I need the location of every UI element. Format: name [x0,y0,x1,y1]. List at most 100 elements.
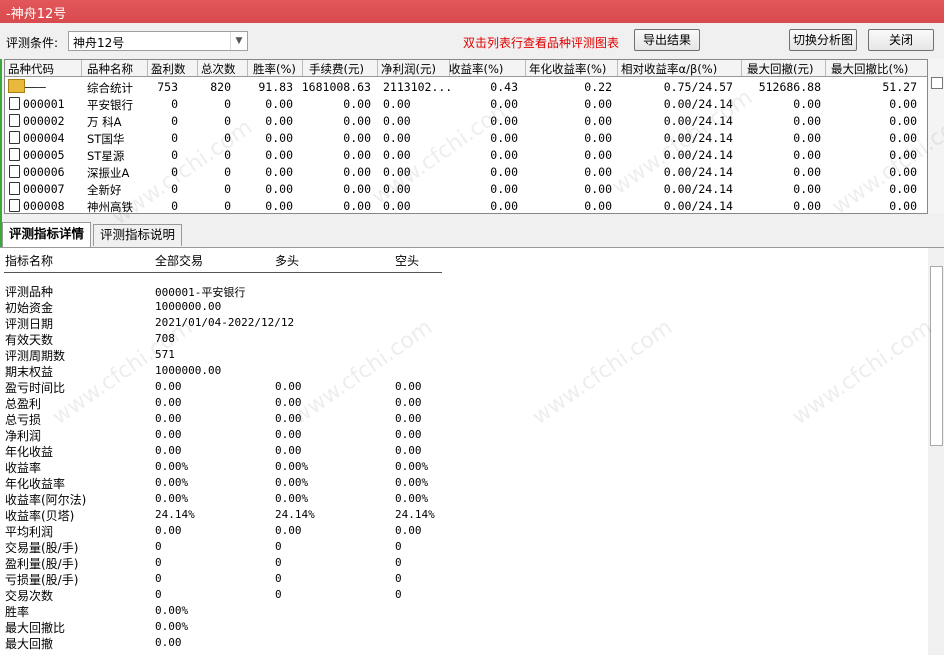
cell-ab: 0.75/24.57 [663,80,733,94]
cell-name: 万 科A [87,115,122,129]
cell-annual: 0.00 [584,131,612,145]
column-header[interactable]: 盈利数 [151,61,186,77]
title-bar: -神舟12号 [0,0,944,23]
detail-cell-name: 总亏损 [5,413,42,427]
detail-scrollbar[interactable] [928,248,944,655]
detail-row: 交易次数 0 0 0 [0,587,900,603]
cell-mddr: 0.00 [889,114,917,128]
detail-row: 初始资金 1000000.00 [0,299,900,315]
column-separator[interactable] [741,60,742,76]
condition-select[interactable]: 神舟12号 ▼ [68,31,248,51]
toolbar: 评测条件: 神舟12号 ▼ 双击列表行查看品种评测图表 导出结果 切换分析图 关… [0,23,944,59]
detail-cell-name: 最大回撤比 [5,621,66,635]
column-header[interactable]: 相对收益率α/β(%) [621,61,717,77]
column-separator[interactable] [617,60,618,76]
document-icon [9,97,20,110]
chevron-down-icon[interactable]: ▼ [230,32,247,50]
detail-cell-all: 0.00% [155,620,189,633]
column-header[interactable]: 总次数 [201,61,236,77]
detail-cell-all: 24.14% [155,508,195,521]
cell-profit: 0.00 [383,114,411,128]
detail-cell-long: 0 [275,588,282,601]
detail-cell-name: 年化收益 [5,445,54,459]
detail-cell-name: 评测日期 [5,317,54,331]
tab-description[interactable]: 评测指标说明 [93,224,183,246]
cell-win: 753 [157,80,178,94]
folder-icon [8,79,25,93]
document-icon [9,182,20,195]
column-header[interactable]: 手续费(元) [309,61,364,77]
detail-row: 盈亏时间比 0.00 0.00 0.00 [0,379,900,395]
cell-code: 000004 [23,131,65,145]
column-separator[interactable] [81,60,82,76]
column-separator[interactable] [147,60,148,76]
detail-cell-long: 0.00 [275,428,302,441]
switch-chart-button[interactable]: 切换分析图 [789,29,857,51]
cell-rate: 0.00 [265,148,293,162]
table-row[interactable]: ——— 综合统计 753 820 91.83 1681008.63 2113102... 0.… [5,78,927,95]
column-separator[interactable] [525,60,526,76]
cell-rate: 0.00 [265,97,293,111]
cell-rate: 91.83 [258,80,293,94]
cell-name: 全新好 [87,183,122,197]
detail-cell-short: 0.00 [395,396,422,409]
column-separator[interactable] [197,60,198,76]
detail-cell-name: 期末权益 [5,365,54,379]
cell-code: 000005 [23,148,65,162]
cell-fee: 0.00 [343,131,371,145]
column-header[interactable]: 收益率(%) [449,61,503,77]
cell-annual: 0.00 [584,165,612,179]
detail-cell-long: 0.00 [275,524,302,537]
detail-cell-short: 0.00 [395,524,422,537]
detail-cell-long: 0.00 [275,444,302,457]
export-button[interactable]: 导出结果 [634,29,700,51]
cell-mdd: 0.00 [793,148,821,162]
cell-ret: 0.00 [490,131,518,145]
cell-win: 0 [171,114,178,128]
column-separator[interactable] [302,60,303,76]
detail-cell-long: 0.00 [275,380,302,393]
close-button[interactable]: 关闭 [868,29,934,51]
cell-name: 平安银行 [87,98,133,112]
cell-code: 000002 [23,114,65,128]
scrollbar-thumb[interactable] [930,266,943,446]
column-header[interactable]: 胜率(%) [253,61,296,77]
cell-total: 0 [224,97,231,111]
cell-ret: 0.00 [490,148,518,162]
column-separator[interactable] [825,60,826,76]
cell-annual: 0.00 [584,148,612,162]
cell-mdd: 0.00 [793,114,821,128]
detail-cell-all: 0 [155,572,162,585]
table-row[interactable]: 000006 深振业A 0 0 0.00 0.00 0.00 0.00 0.00 0.00/24.… [5,163,927,180]
cell-fee: 0.00 [343,165,371,179]
column-header[interactable]: 品种代码 [8,61,54,77]
detail-row: 年化收益率 0.00% 0.00% 0.00% [0,475,900,491]
column-separator[interactable] [247,60,248,76]
detail-cell-short: 0.00 [395,444,422,457]
column-header[interactable]: 品种名称 [87,61,133,77]
cell-mdd: 512686.88 [758,80,821,94]
table-row[interactable]: 000001 平安银行 0 0 0.00 0.00 0.00 0.00 0.00 0.00/24.… [5,95,927,112]
column-header[interactable]: 最大回撤比(%) [831,61,908,77]
detail-cell-long: 24.14% [275,508,315,521]
document-icon [9,131,20,144]
column-separator[interactable] [377,60,378,76]
tab-bar: 评测指标详情 评测指标说明 [0,222,944,248]
detail-cell-name: 评测品种 [5,285,54,299]
cell-mdd: 0.00 [793,199,821,213]
scrollbar-thumb[interactable] [931,77,943,89]
cell-ret: 0.43 [490,80,518,94]
cell-total: 0 [224,199,231,213]
document-icon [9,199,20,212]
column-header[interactable]: 净利润(元) [381,61,436,77]
detail-row: 净利润 0.00 0.00 0.00 [0,427,900,443]
detail-row: 有效天数 708 [0,331,900,347]
detail-cell-short: 0.00 [395,428,422,441]
tab-detail[interactable]: 评测指标详情 [2,222,92,248]
document-icon [9,114,20,127]
detail-row: 收益率(阿尔法) 0.00% 0.00% 0.00% [0,491,900,507]
column-header[interactable]: 最大回撤(元) [747,61,813,77]
column-header[interactable]: 年化收益率(%) [529,61,606,77]
cell-mddr: 0.00 [889,199,917,213]
cell-name: 综合统计 [87,81,133,95]
